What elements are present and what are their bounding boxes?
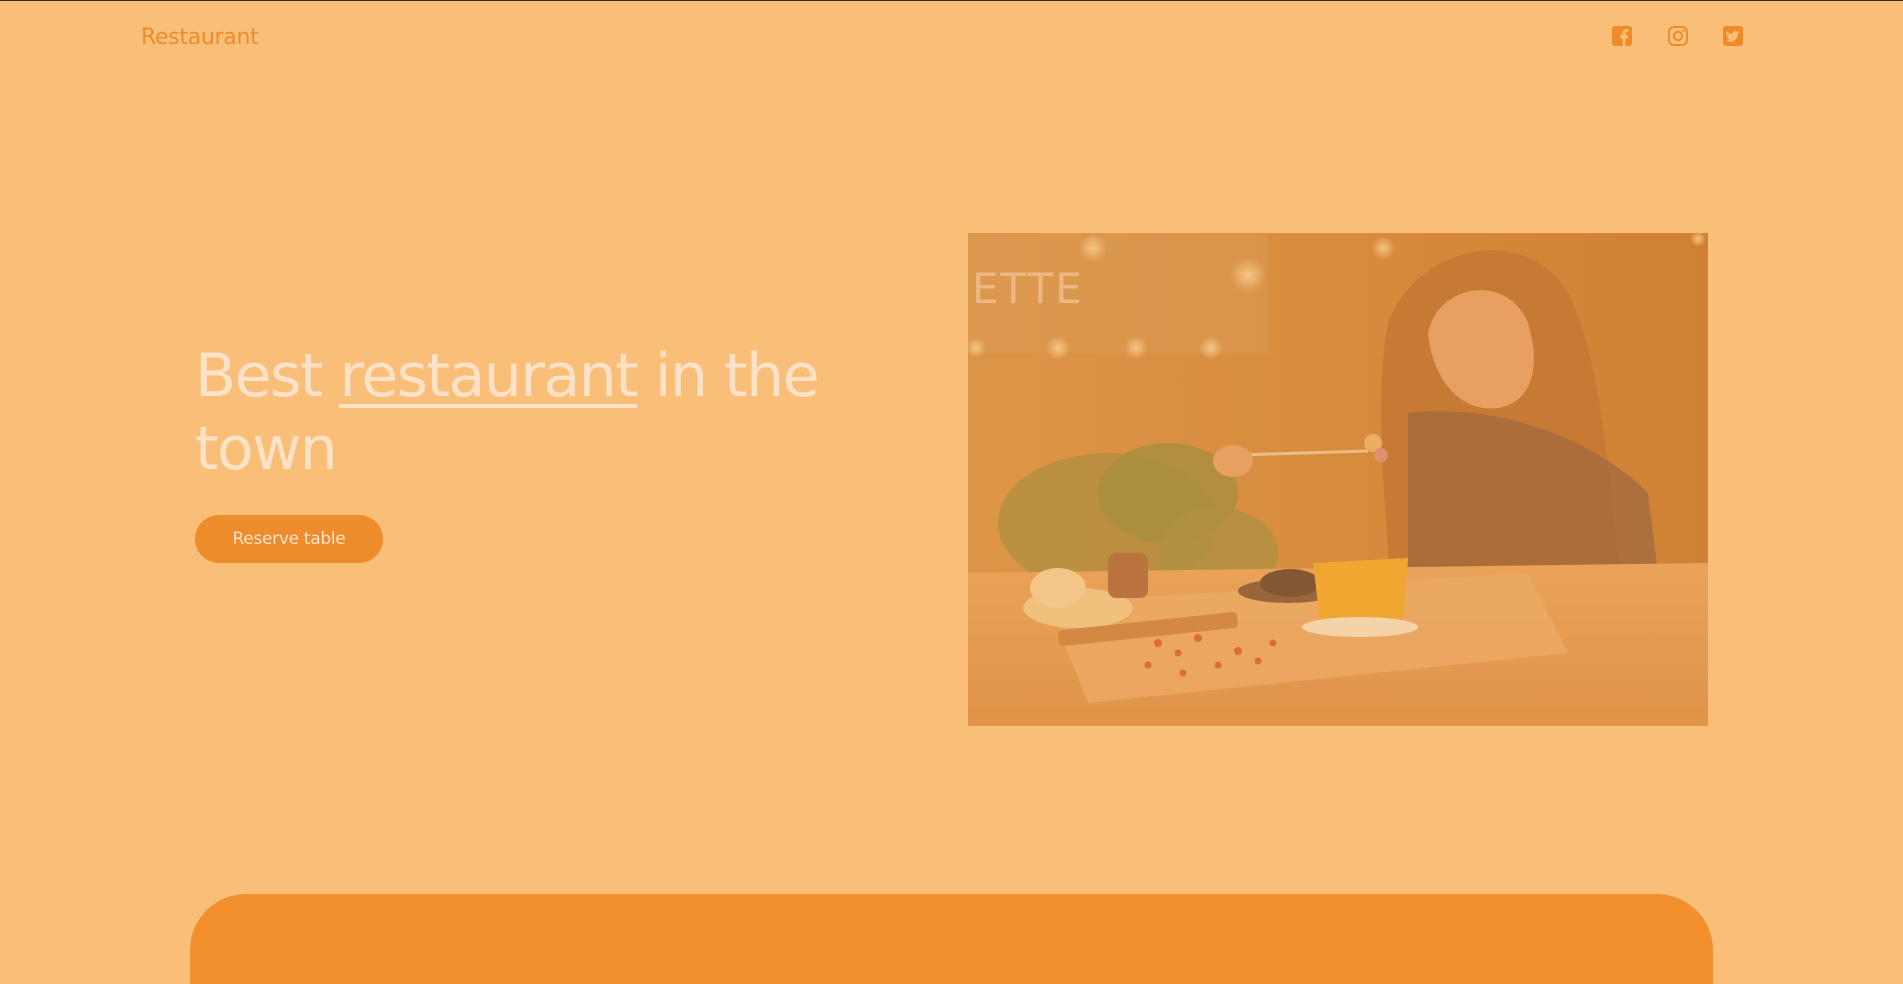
bottom-panel <box>190 894 1713 984</box>
facebook-icon <box>1610 24 1634 48</box>
hero-title-part-1: Best <box>195 341 340 411</box>
twitter-link[interactable] <box>1721 24 1745 48</box>
twitter-icon <box>1721 24 1745 48</box>
reserve-table-button[interactable]: Reserve table <box>195 515 383 563</box>
instagram-link[interactable] <box>1666 24 1690 48</box>
hero-image: ETTE <box>968 233 1708 726</box>
hero-title-highlight: restaurant <box>339 341 639 411</box>
brand-logo-link[interactable]: Restaurant <box>141 25 259 50</box>
hero-title: Best restaurant in the town <box>195 340 895 486</box>
facebook-link[interactable] <box>1610 24 1634 48</box>
top-border-line <box>0 0 1903 1</box>
instagram-icon <box>1666 24 1690 48</box>
